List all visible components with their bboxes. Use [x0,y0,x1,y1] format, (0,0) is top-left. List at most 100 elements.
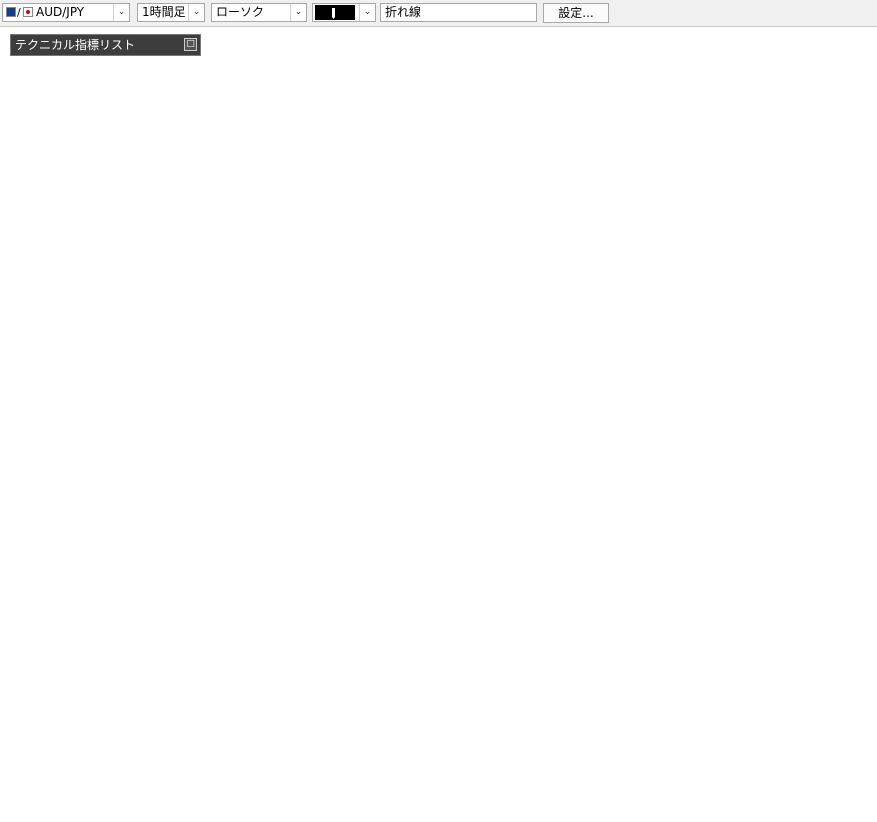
macd-bar [0,670,5,674]
macd-bar [574,678,579,684]
cloud-pink [215,314,812,385]
macd-bar [294,659,299,673]
date-label: 05月01日 [220,807,270,820]
price-tick-label: 116.00 [826,54,865,67]
chevron-down-icon[interactable]: ⌄ [113,4,129,21]
price-tick-label: 114.50 [826,190,865,203]
date-label: 05月05日 [549,807,599,820]
macd-tick-label: 1.000 [828,570,860,583]
drawing-tool-select[interactable]: ⌄ [312,3,376,22]
price-annotation: 111.329 [197,485,238,496]
price-tick-label: 114.00 [826,236,865,249]
magenta-marks: 2 3 4 1 2 [587,210,810,350]
chevron-down-icon[interactable]: ⌄ [188,4,204,21]
macd-bar [402,667,407,673]
macd-tick-label: 0.537 [828,613,860,626]
moving-average-green [0,183,809,402]
macd-bar [50,672,55,675]
toolbar: / AUD/JPY ⌄ 1時間足 ⌄ ローソク ⌄ ⌄ 折れ線 設定... [0,0,877,27]
macd-bar [218,678,223,708]
indicator-list-title: テクニカル指標リスト [15,38,136,52]
time-axis: 04月30日 05月01日 05月02日05月04日 05月05日 05月06日 [53,807,766,820]
macd-bar [708,664,713,673]
macd-bar [764,661,769,673]
svg-text:1: 1 [735,340,741,350]
macd-bar [582,678,587,683]
price-tick-label: 112.00 [826,418,865,431]
bollinger-pink [0,118,811,474]
svg-text:2: 2 [587,312,593,322]
price-annotation: 112.658 [522,364,563,375]
timeframe-label: 1時間足 [142,5,186,19]
date-label: 05月02日 [430,807,480,820]
macd-line [0,648,809,732]
sub-tick-label: 0.050 [828,793,860,806]
macd-bar [20,671,25,674]
chevron-down-icon[interactable]: ⌄ [290,4,306,21]
macd-bar [342,663,347,673]
macd-tick-label: -1.000 [828,762,863,775]
macd-bar [234,678,239,706]
bollinger-outer [0,44,811,551]
cloud-blue [480,314,812,380]
chevron-down-icon[interactable]: ⌄ [359,4,375,21]
price-chart[interactable]: 2 3 4 1 2 114.550 114.446 113.924 113.244 113.… [0,0,877,822]
macd-histogram [0,654,785,710]
macd-bar [756,658,761,673]
red-indicator-line [0,208,661,436]
price-tick-label: 110.50 [826,554,865,567]
macd-signal-line [0,651,809,724]
price-tick-label: 113.50 [826,281,865,294]
price-annotation: 113.244 [289,302,330,313]
macd-bar [378,678,383,683]
price-tick-label: 115.50 [826,99,865,112]
macd-bar [434,666,439,673]
support-resistance-levels [0,176,220,487]
macd-bar [30,672,35,675]
macd-bar [370,678,375,684]
candlesticks [3,200,811,490]
horizontal-grid [0,59,823,797]
macd-bar [210,678,215,698]
macd-bar [334,658,339,673]
price-annotation: 114.550 [36,182,77,193]
price-annotation: 112.196 [652,406,693,417]
macd-bar [772,664,777,673]
macd-bar [716,661,721,673]
panel-toggle-icon[interactable]: □ [184,38,197,51]
macd-bar [165,669,170,674]
indicator-list-panel[interactable]: テクニカル指標リスト □ [10,34,201,56]
timeframe-select[interactable]: 1時間足 ⌄ [137,3,205,22]
chart-type-select[interactable]: ローソク ⌄ [211,3,307,22]
drawing-mode-field[interactable]: 折れ線 [380,3,537,22]
au-flag-icon [6,7,16,17]
macd-bar [426,664,431,673]
macd-bar [302,657,307,673]
macd-tick-label: 0.500 [828,622,860,635]
price-tick-label: 113.00 [826,327,865,340]
symbol-select[interactable]: / AUD/JPY ⌄ [2,3,130,22]
drawing-mode-label: 折れ線 [385,5,422,19]
macd-bar [286,662,291,673]
price-tick-label: 111.00 [826,509,865,522]
date-label: 04月30日 [53,807,103,820]
svg-text:4: 4 [783,210,789,220]
price-tick-label: 111.50 [826,463,865,476]
macd-bar [442,668,447,673]
magenta-drawing [285,203,810,407]
sub-tick-label: 0.500 [828,771,860,784]
price-annotation: 112.723 [224,349,265,360]
macd-bar [740,655,745,673]
chart-type-label: ローソク [216,5,265,19]
svg-text:3: 3 [692,210,698,220]
macd-bar [700,668,705,673]
date-label: 05月04日 [455,807,505,820]
price-tick-label: 112.50 [826,372,865,385]
macd-bar [155,669,160,674]
macd-bar [318,654,323,673]
sub-indicator-line [0,781,809,799]
price-annotation: 113.215 [414,304,455,315]
macd-bar [185,670,190,675]
settings-button[interactable]: 設定... [543,3,609,23]
macd-bar [732,656,737,673]
